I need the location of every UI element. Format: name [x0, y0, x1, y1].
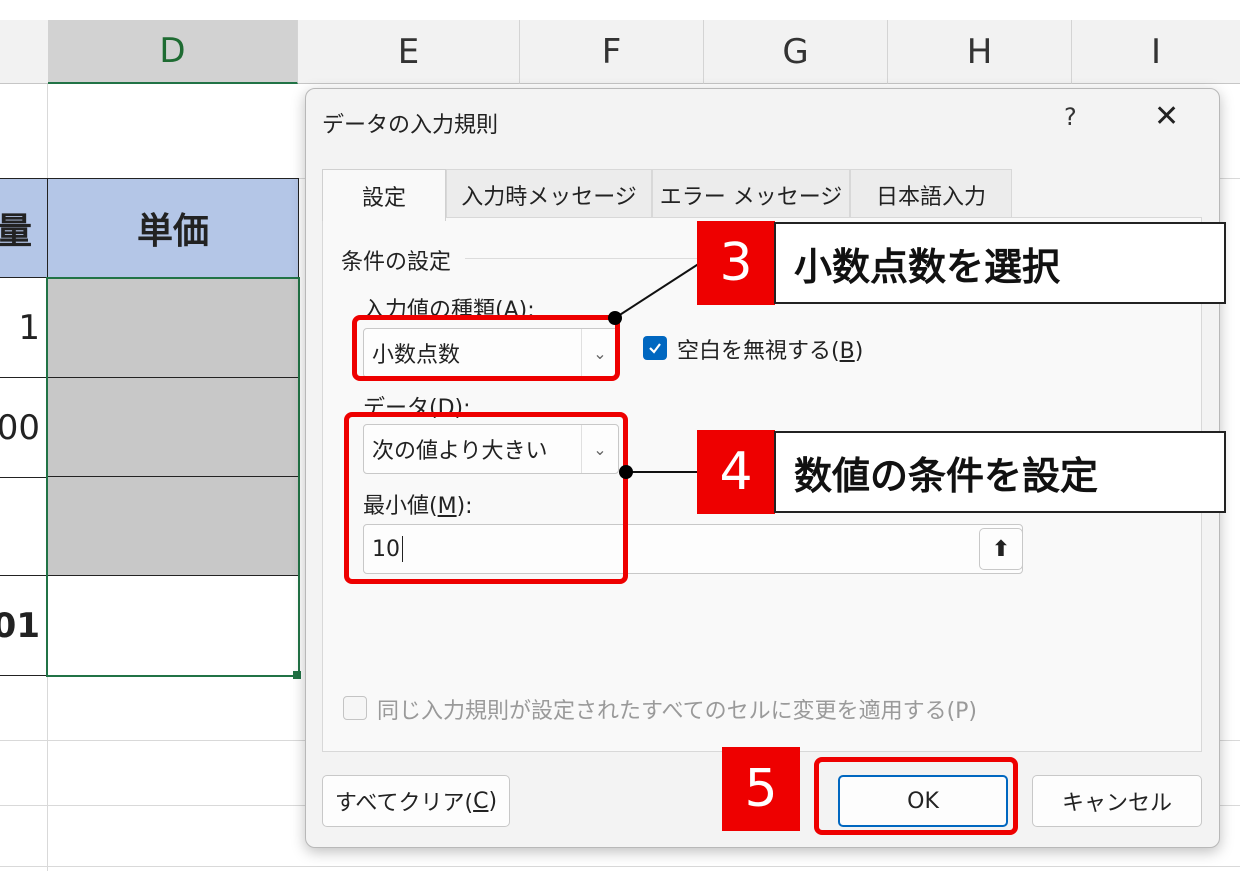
- step4-dot: [619, 465, 633, 479]
- step4-label: 数値の条件を設定: [774, 431, 1226, 513]
- step5-number: 5: [722, 747, 800, 831]
- step3-highlight: [352, 315, 620, 381]
- tab-settings[interactable]: 設定: [322, 169, 446, 221]
- step3-dot: [608, 311, 622, 325]
- step4-highlight: [344, 412, 628, 584]
- step3-label: 小数点数を選択: [774, 222, 1226, 304]
- step4-number: 4: [697, 430, 775, 514]
- step3-number: 3: [697, 221, 775, 305]
- step5-highlight: [814, 757, 1018, 835]
